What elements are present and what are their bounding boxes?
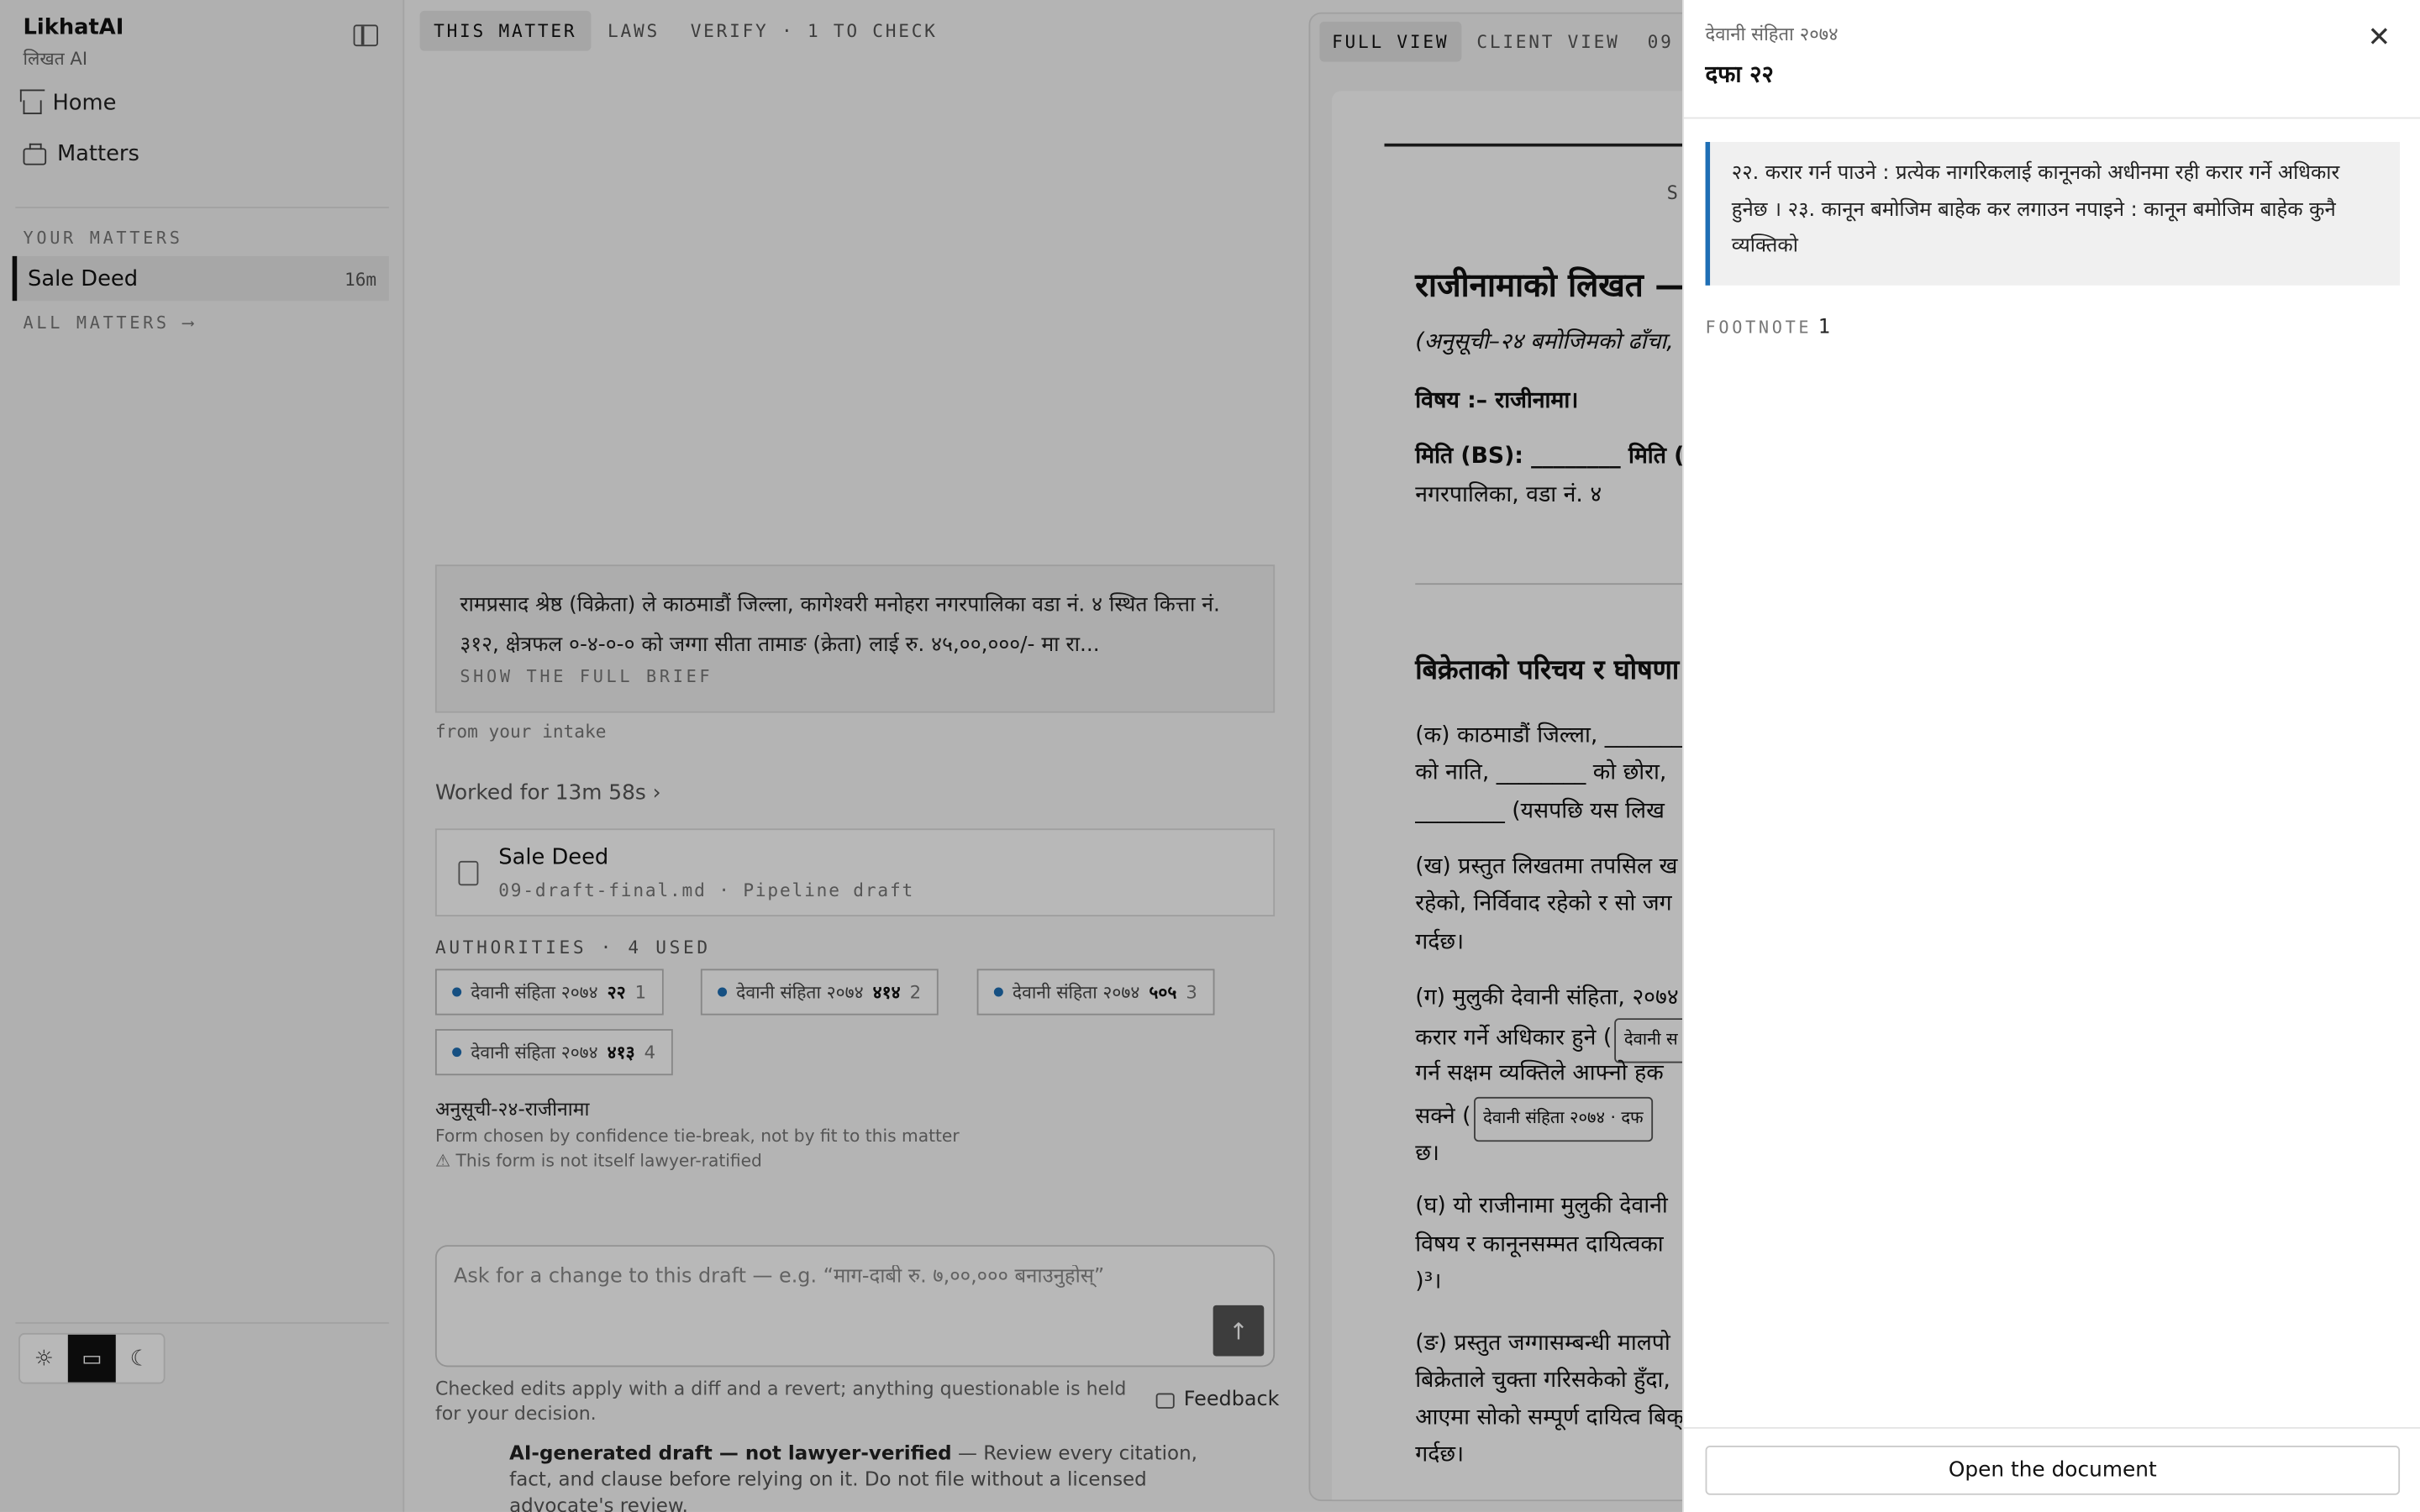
statute-quote: २२. करार गर्न पाउने : प्रत्येक नागरिकलाई… [1705,141,2401,286]
citation-panel: देवानी संहिता २०७४ दफा २२ ✕ २२. करार गर्… [1682,0,2420,1512]
modal-overlay[interactable] [0,0,1683,1512]
open-document-button[interactable]: Open the document [1705,1445,2401,1495]
divider [1683,117,2420,119]
panel-title: दफा २२ [1705,60,1774,88]
footnote-label: FOOTNOTE 1 [1706,317,1830,340]
footnote-text: FOOTNOTE [1705,318,1812,339]
divider [1683,1426,2420,1429]
footnote-number: 1 [1818,316,1830,340]
close-icon[interactable]: ✕ [2367,22,2391,55]
panel-kicker: देवानी संहिता २०७४ [1705,23,1839,45]
